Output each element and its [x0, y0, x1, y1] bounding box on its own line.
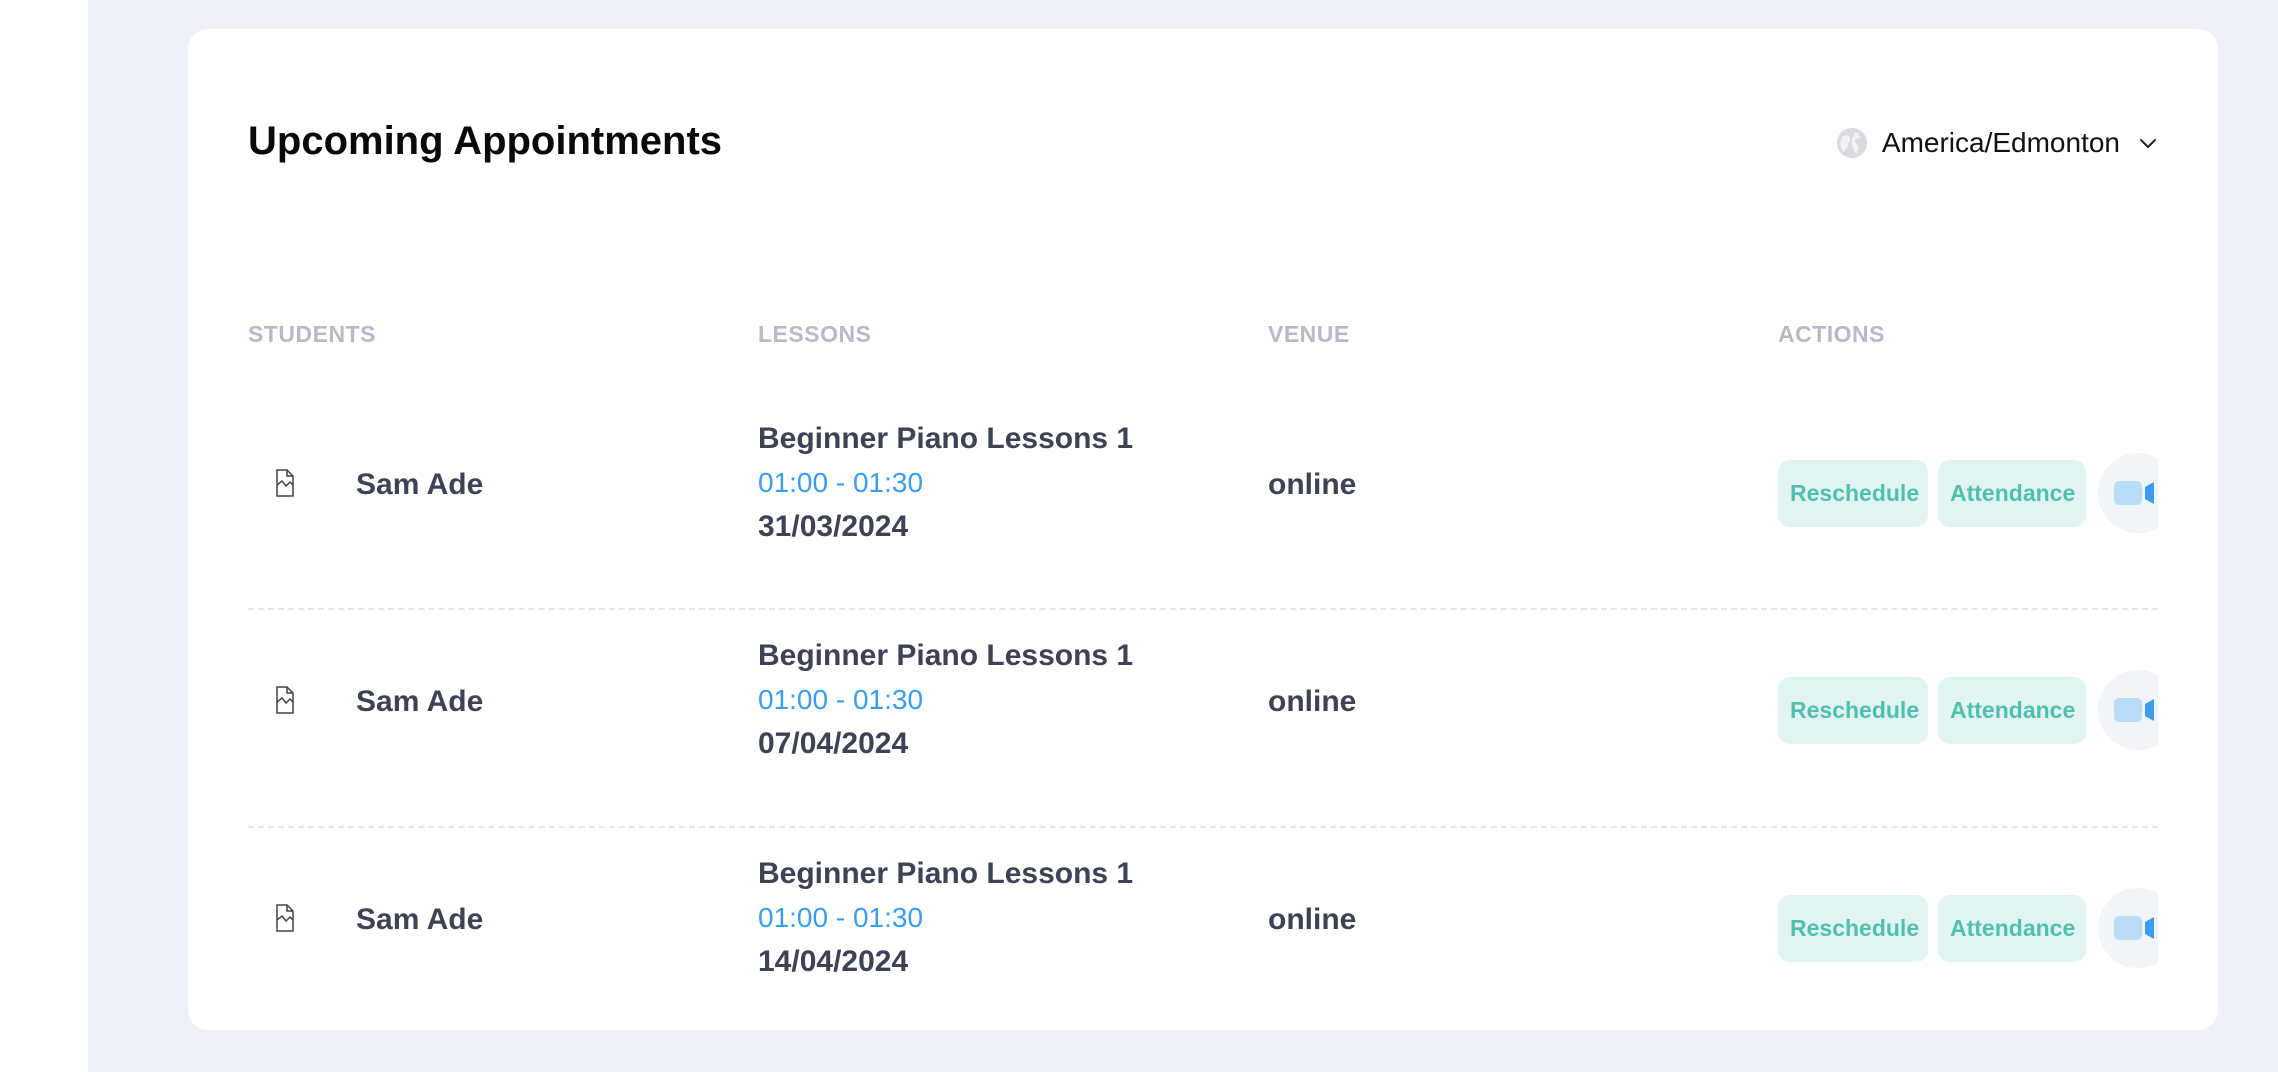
video-camera-icon: [2114, 698, 2154, 722]
reschedule-button[interactable]: Reschedule: [1778, 894, 1928, 962]
student-name: Sam Ade: [356, 468, 484, 501]
lesson-title: Beginner Piano Lessons 1: [758, 422, 1134, 455]
video-call-button[interactable]: [2098, 888, 2158, 968]
lesson-cell: Beginner Piano Lessons 1 01:00 - 01:30 3…: [758, 421, 1133, 545]
lesson-date: 14/04/2024: [758, 945, 909, 978]
student-name: Sam Ade: [356, 685, 484, 718]
table-header: STUDENTS LESSONS VENUE ACTIONS: [248, 321, 2158, 357]
student-name: Sam Ade: [356, 903, 484, 936]
venue: online: [1268, 685, 1357, 718]
attendance-button[interactable]: Attendance: [1938, 894, 2086, 962]
lesson-cell: Beginner Piano Lessons 1 01:00 - 01:30 1…: [758, 856, 1133, 980]
table-body: Sam Ade Beginner Piano Lessons 1 01:00 -…: [248, 393, 2158, 1030]
lesson-title: Beginner Piano Lessons 1: [758, 639, 1134, 672]
table-row: Sam Ade Beginner Piano Lessons 1 01:00 -…: [248, 828, 2158, 1030]
timezone-label: America/Edmonton: [1881, 127, 2120, 158]
globe-icon: [1836, 128, 1867, 158]
column-header-lessons: LESSONS: [758, 321, 872, 347]
row-actions: Reschedule Attendance: [1778, 888, 2158, 968]
broken-image-icon: [276, 686, 294, 714]
video-call-button[interactable]: [2098, 670, 2158, 750]
table-row: Sam Ade Beginner Piano Lessons 1 01:00 -…: [248, 393, 2158, 610]
sidebar: [0, 0, 88, 1072]
video-camera-icon: [2114, 481, 2154, 505]
column-header-venue: VENUE: [1268, 321, 1350, 347]
broken-image-icon: [276, 469, 294, 497]
lesson-title: Beginner Piano Lessons 1: [758, 857, 1134, 890]
attendance-button[interactable]: Attendance: [1938, 459, 2086, 527]
reschedule-button[interactable]: Reschedule: [1778, 676, 1928, 744]
row-actions: Reschedule Attendance: [1778, 670, 2158, 750]
column-header-students: STUDENTS: [248, 321, 376, 347]
lesson-cell: Beginner Piano Lessons 1 01:00 - 01:30 0…: [758, 638, 1133, 762]
video-camera-icon: [2114, 916, 2154, 940]
table-row: Sam Ade Beginner Piano Lessons 1 01:00 -…: [248, 610, 2158, 828]
attendance-button[interactable]: Attendance: [1938, 676, 2086, 744]
lesson-date: 07/04/2024: [758, 727, 909, 760]
lesson-date: 31/03/2024: [758, 510, 909, 543]
lesson-time: 01:00 - 01:30: [758, 467, 924, 498]
row-actions: Reschedule Attendance: [1778, 453, 2158, 533]
column-header-actions: ACTIONS: [1778, 321, 1885, 347]
page-title: Upcoming Appointments: [248, 119, 723, 163]
lesson-time: 01:00 - 01:30: [758, 684, 924, 715]
venue: online: [1268, 468, 1357, 501]
chevron-down-icon: [2140, 139, 2156, 148]
lesson-time: 01:00 - 01:30: [758, 902, 924, 933]
venue: online: [1268, 903, 1357, 936]
video-call-button[interactable]: [2098, 453, 2158, 533]
appointments-table: STUDENTS LESSONS VENUE ACTIONS Sam Ade B…: [248, 321, 2158, 978]
reschedule-button[interactable]: Reschedule: [1778, 459, 1928, 527]
broken-image-icon: [276, 904, 294, 932]
appointments-card: Upcoming Appointments America/Edmonton S…: [188, 29, 2218, 1030]
timezone-dropdown[interactable]: America/Edmonton: [1836, 127, 2158, 159]
